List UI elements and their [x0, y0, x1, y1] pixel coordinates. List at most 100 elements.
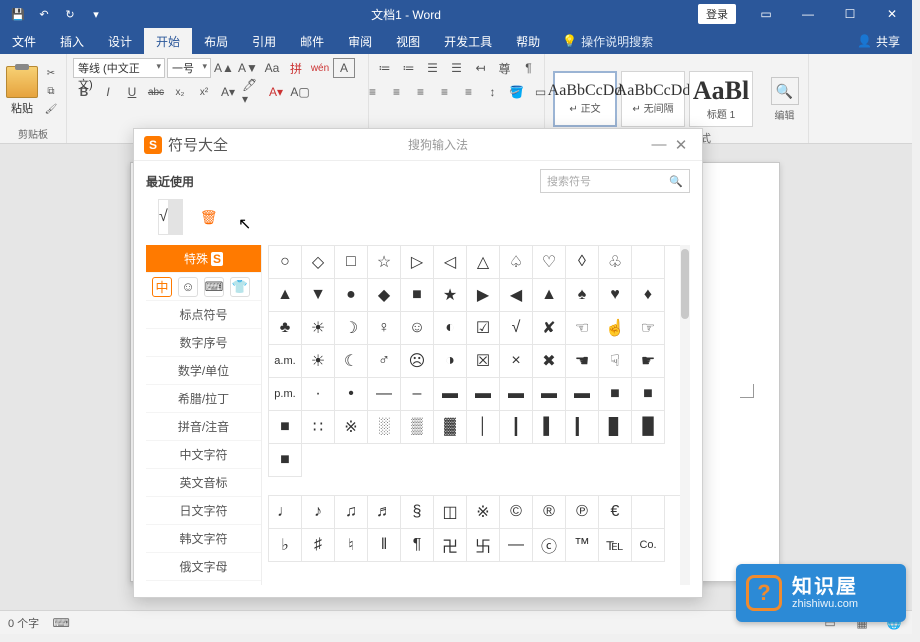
symbol-cell[interactable]: ▬	[467, 378, 500, 411]
symbol-cell[interactable]: □	[335, 246, 368, 279]
style-normal[interactable]: AaBbCcDd ↵ 正文	[553, 71, 617, 127]
symbol-search-input[interactable]: 搜索符号 🔍	[540, 169, 690, 193]
symbol-cell[interactable]: §	[401, 496, 434, 529]
font-family-select[interactable]: 等线 (中文正文)	[73, 58, 165, 78]
category-special[interactable]: 特殊 S	[146, 245, 261, 273]
symbol-cell[interactable]: ░	[368, 411, 401, 444]
tab-references[interactable]: 引用	[240, 28, 288, 54]
font-color-button[interactable]: A▾	[265, 82, 287, 102]
tab-layout[interactable]: 布局	[192, 28, 240, 54]
symbol-cell[interactable]: ☟	[599, 345, 632, 378]
distribute-button[interactable]: ≡	[458, 82, 480, 102]
ribbon-options-icon[interactable]: ▭	[746, 0, 786, 28]
symbol-cell[interactable]: a.m.	[269, 345, 302, 378]
shrink-font-button[interactable]: A▼	[237, 58, 259, 78]
symbol-cell[interactable]: ♪	[302, 496, 335, 529]
scrollbar-thumb[interactable]	[681, 249, 689, 319]
category-chinese[interactable]: 中文字符	[146, 441, 261, 469]
symbol-cell[interactable]: €	[599, 496, 632, 529]
symbol-cell[interactable]: ◫	[434, 496, 467, 529]
strike-button[interactable]: abc	[145, 82, 167, 102]
decrease-indent-button[interactable]: ☰	[446, 58, 468, 78]
symbol-cell[interactable]: ♭	[269, 529, 302, 562]
symbol-cell[interactable]: —	[500, 529, 533, 562]
cut-button[interactable]: ✂	[42, 65, 60, 81]
symbol-cell[interactable]: ♤	[500, 246, 533, 279]
symbol-cell[interactable]: ◀	[500, 279, 533, 312]
tab-design[interactable]: 设计	[96, 28, 144, 54]
symbol-cell[interactable]: ☛	[632, 345, 665, 378]
category-japanese[interactable]: 日文字符	[146, 497, 261, 525]
symbol-cell[interactable]: ¶	[401, 529, 434, 562]
italic-button[interactable]: I	[97, 82, 119, 102]
symbol-cell[interactable]: ★	[434, 279, 467, 312]
superscript-button[interactable]: x²	[193, 82, 215, 102]
category-russian[interactable]: 俄文字母	[146, 553, 261, 581]
symbol-cell[interactable]: ※	[335, 411, 368, 444]
category-greek[interactable]: 希腊/拉丁	[146, 385, 261, 413]
symbol-cell[interactable]: │	[467, 411, 500, 444]
symbol-cell[interactable]: ▓	[434, 411, 467, 444]
symbol-cell[interactable]: ♩	[269, 496, 302, 529]
symbol-cell[interactable]: ♂	[368, 345, 401, 378]
symbol-cell[interactable]: ■	[632, 378, 665, 411]
symbol-cell[interactable]: ▼	[302, 279, 335, 312]
symbol-cell[interactable]: ▎	[566, 411, 599, 444]
symbol-cell[interactable]: ☚	[566, 345, 599, 378]
tell-me-search[interactable]: 💡 操作说明搜索	[552, 28, 663, 54]
category-punctuation[interactable]: 标点符号	[146, 301, 261, 329]
symbol-cell[interactable]: ▷	[401, 246, 434, 279]
symbol-cell[interactable]: ☀	[302, 312, 335, 345]
tab-file[interactable]: 文件	[0, 28, 48, 54]
symbol-cell[interactable]: ✖	[533, 345, 566, 378]
symbol-cell[interactable]: ™	[566, 529, 599, 562]
mode-keyboard[interactable]: ⌨	[204, 277, 224, 297]
text-effects-dropdown[interactable]: A▾	[217, 82, 239, 102]
minimize-button[interactable]: —	[788, 0, 828, 28]
bullets-button[interactable]: ≔	[374, 58, 396, 78]
category-pinyin[interactable]: 拼音/注音	[146, 413, 261, 441]
language-icon[interactable]: ⌨	[51, 614, 71, 632]
symbol-cell[interactable]: △	[467, 246, 500, 279]
symbol-cell[interactable]: ℗	[566, 496, 599, 529]
mode-emoji[interactable]: ☺	[178, 277, 198, 297]
symbol-cell[interactable]: ×	[500, 345, 533, 378]
symbol-cell[interactable]: ▬	[533, 378, 566, 411]
category-korean[interactable]: 韩文字符	[146, 525, 261, 553]
tab-view[interactable]: 视图	[384, 28, 432, 54]
symbol-cell[interactable]	[632, 496, 665, 529]
symbol-cell[interactable]: ‖	[368, 529, 401, 562]
text-effects-button[interactable]: A	[333, 58, 355, 78]
save-icon[interactable]: 💾	[6, 2, 30, 26]
symbol-cell[interactable]: ☝	[599, 312, 632, 345]
symbol-cell[interactable]: ■	[269, 411, 302, 444]
symbol-cell[interactable]: ▌	[533, 411, 566, 444]
grow-font-button[interactable]: A▲	[213, 58, 235, 78]
align-left-button[interactable]: ≡	[362, 82, 384, 102]
category-number[interactable]: 数字序号	[146, 329, 261, 357]
symbol-cell[interactable]: ◑	[434, 345, 467, 378]
symbol-cell[interactable]: √	[500, 312, 533, 345]
symbol-cell[interactable]: ⓒ	[533, 529, 566, 562]
symbol-cell[interactable]: ▊	[599, 411, 632, 444]
symbol-cell[interactable]: ♣	[269, 312, 302, 345]
close-button[interactable]: ✕	[872, 0, 912, 28]
character-border-button[interactable]: wén	[309, 58, 331, 78]
symbol-cell[interactable]: ▬	[434, 378, 467, 411]
enclose-char-button[interactable]: A▢	[289, 82, 311, 102]
symbol-cell[interactable]: ◐	[434, 312, 467, 345]
login-button[interactable]: 登录	[698, 4, 736, 24]
symbol-cell[interactable]: ■	[401, 279, 434, 312]
line-spacing-button[interactable]: ↕	[482, 82, 504, 102]
category-ipa[interactable]: 英文音标	[146, 469, 261, 497]
mode-zhong[interactable]: 中	[152, 277, 172, 297]
symbol-cell[interactable]: ♦	[632, 279, 665, 312]
tab-insert[interactable]: 插入	[48, 28, 96, 54]
symbol-cell[interactable]: ☑	[467, 312, 500, 345]
symbol-cell[interactable]: 卍	[434, 529, 467, 562]
tab-mailings[interactable]: 邮件	[288, 28, 336, 54]
style-heading1[interactable]: AaBl 标题 1	[689, 71, 753, 127]
symbol-cell[interactable]: ♯	[302, 529, 335, 562]
sort-button[interactable]: 尊	[494, 58, 516, 78]
phonetic-guide-button[interactable]: 拼	[285, 58, 307, 78]
